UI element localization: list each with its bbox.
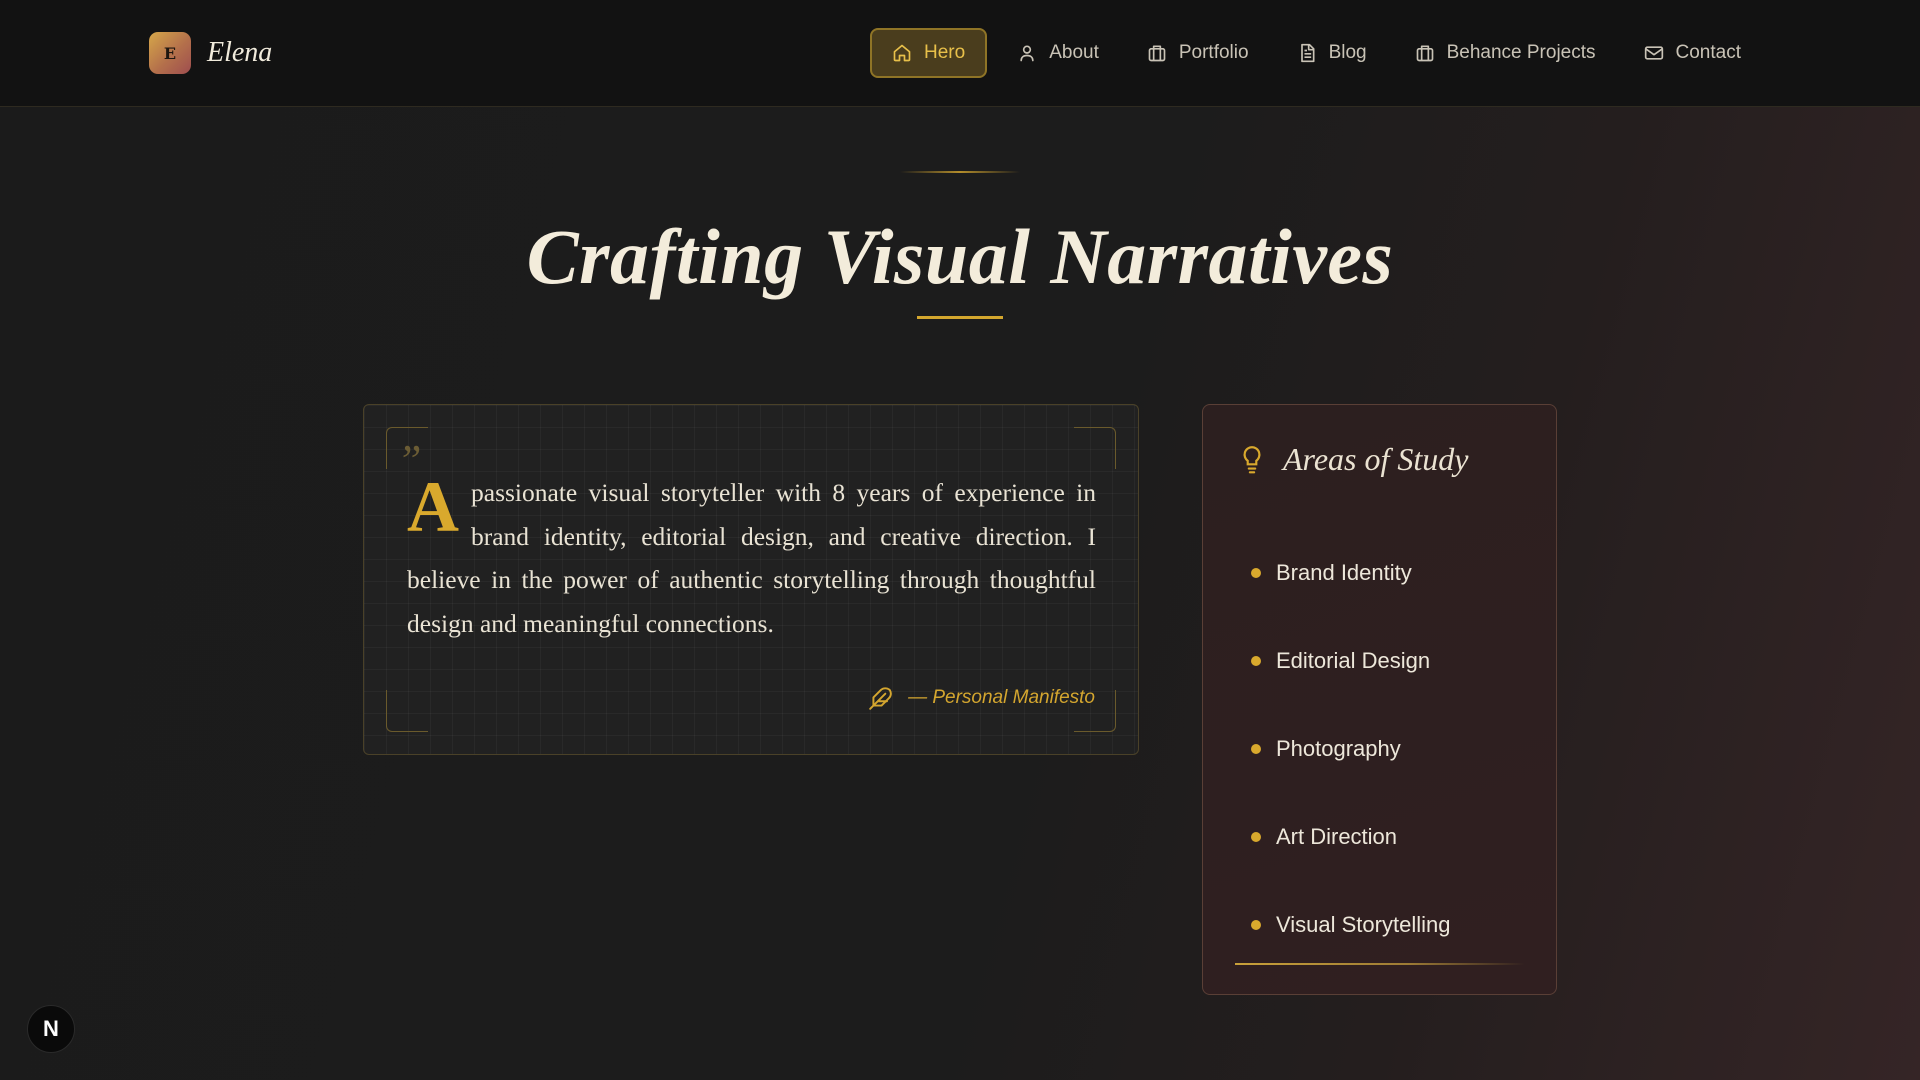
corner-ornament bbox=[386, 690, 428, 732]
nav-item-label: Blog bbox=[1328, 42, 1367, 63]
nav-item-blog[interactable]: Blog bbox=[1273, 28, 1391, 78]
areas-title: Areas of Study bbox=[1283, 441, 1469, 477]
list-item: Art Direction bbox=[1251, 793, 1450, 881]
bullet-icon bbox=[1251, 832, 1261, 842]
title-underline bbox=[917, 316, 1003, 319]
manifesto-text: Apassionate visual storyteller with 8 ye… bbox=[407, 471, 1096, 645]
nav-item-label: Hero bbox=[924, 42, 966, 63]
nav-item-contact[interactable]: Contact bbox=[1620, 28, 1765, 78]
brand-logo: E bbox=[149, 32, 191, 74]
brand-name: Elena bbox=[207, 37, 273, 68]
nav-item-label: Portfolio bbox=[1178, 42, 1249, 63]
signature-label: — Personal Manifesto bbox=[908, 687, 1095, 708]
areas-list: Brand Identity Editorial Design Photogra… bbox=[1251, 529, 1450, 969]
bullet-icon bbox=[1251, 568, 1261, 578]
mail-icon bbox=[1644, 46, 1663, 60]
nav-links: Hero About Portfolio Blog Behance Projec… bbox=[870, 28, 1765, 78]
list-item: Brand Identity bbox=[1251, 529, 1450, 617]
list-item-label: Art Direction bbox=[1276, 824, 1398, 849]
list-item-label: Photography bbox=[1276, 736, 1401, 761]
corner-ornament bbox=[1074, 427, 1116, 469]
brand[interactable]: E Elena bbox=[149, 32, 272, 74]
drop-cap: A bbox=[407, 467, 459, 547]
document-icon bbox=[1300, 43, 1315, 63]
bullet-icon bbox=[1251, 656, 1261, 666]
user-icon bbox=[1020, 45, 1034, 62]
nav-item-portfolio[interactable]: Portfolio bbox=[1123, 28, 1273, 78]
top-navbar: E Elena Hero About Portfolio Blog Behanc… bbox=[0, 0, 1920, 107]
home-icon bbox=[893, 44, 911, 62]
list-item: Editorial Design bbox=[1251, 617, 1450, 705]
list-item-label: Editorial Design bbox=[1276, 648, 1431, 673]
page-title: Crafting Visual Narratives bbox=[526, 213, 1394, 300]
manifesto-body: passionate visual storyteller with 8 yea… bbox=[407, 478, 1096, 638]
list-item: Visual Storytelling bbox=[1251, 881, 1450, 969]
list-item-label: Brand Identity bbox=[1276, 560, 1412, 585]
areas-of-study-card: Areas of Study Brand Identity Editorial … bbox=[1202, 404, 1557, 995]
framework-badge[interactable]: N bbox=[27, 1005, 75, 1053]
areas-header: Areas of Study bbox=[1239, 441, 1468, 478]
nav-item-label: About bbox=[1049, 42, 1099, 63]
decorative-rule bbox=[1235, 963, 1525, 965]
nav-item-label: Behance Projects bbox=[1446, 42, 1596, 63]
bullet-icon bbox=[1251, 920, 1261, 930]
list-item: Photography bbox=[1251, 705, 1450, 793]
nav-item-label: Contact bbox=[1675, 42, 1741, 63]
lightbulb-icon bbox=[1243, 445, 1261, 473]
nav-item-about[interactable]: About bbox=[993, 28, 1123, 78]
decorative-rule bbox=[900, 171, 1020, 173]
manifesto-card: ” Apassionate visual storyteller with 8 … bbox=[363, 404, 1139, 755]
briefcase-icon bbox=[1416, 45, 1433, 62]
bullet-icon bbox=[1251, 744, 1261, 754]
feather-icon bbox=[869, 687, 892, 710]
list-item-label: Visual Storytelling bbox=[1276, 912, 1451, 937]
manifesto-signature: — Personal Manifesto bbox=[868, 685, 1095, 711]
briefcase-icon bbox=[1148, 45, 1166, 62]
nav-item-behance-projects[interactable]: Behance Projects bbox=[1391, 28, 1620, 78]
nav-item-hero[interactable]: Hero bbox=[870, 28, 988, 78]
